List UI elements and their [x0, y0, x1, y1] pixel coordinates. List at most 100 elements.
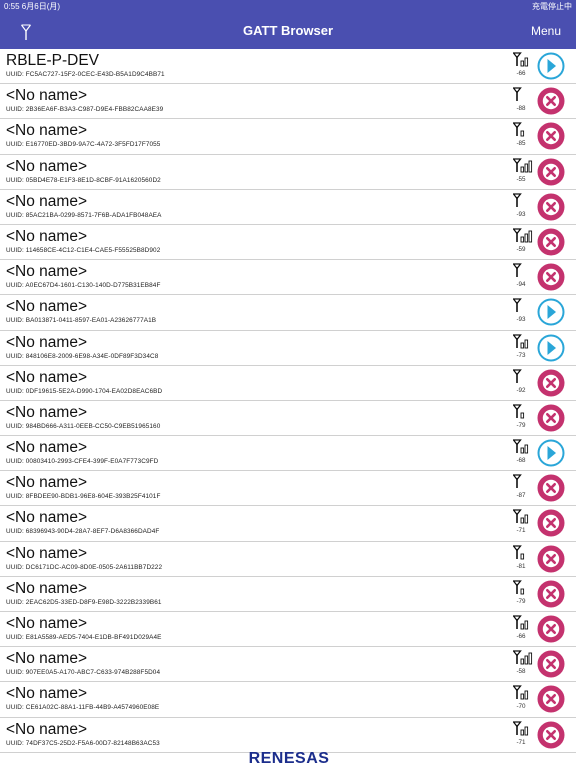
device-uuid: UUID: 984BD666-A311-0EEB-CC50-C9EB519651… — [6, 423, 160, 430]
signal-strength-icon — [513, 439, 529, 454]
signal-strength-icon — [513, 685, 529, 700]
uuid-value: 0DF19615-5E2A-D990-1704-EA02D8EAC6BD — [25, 387, 163, 395]
disconnect-x-icon[interactable] — [537, 615, 565, 643]
device-row[interactable]: <No name> UUID: E81A5589-AED5-7404-E1DB-B… — [0, 612, 576, 648]
device-row[interactable]: <No name> UUID: 907EE0A5-A170-ABC7-C633-9… — [0, 647, 576, 683]
uuid-value: 85AC21BA-0299-8571-7F6B-ADA1FB048AEA — [25, 211, 162, 219]
disconnect-x-icon[interactable] — [537, 580, 565, 608]
device-row[interactable]: <No name> UUID: 114658CE-4C12-C1E4-CAE5-F… — [0, 224, 576, 261]
device-row[interactable]: <No name> UUID: DC6171DC-AC09-8D0E-0505-2… — [0, 541, 576, 577]
device-row[interactable]: <No name> UUID: 85AC21BA-0299-8571-7F6B-A… — [0, 189, 576, 225]
device-row[interactable]: <No name> UUID: E16770ED-3BD9-9A7C-4A72-3… — [0, 119, 576, 155]
disconnect-x-icon[interactable] — [537, 650, 565, 678]
rssi-value: -70 — [516, 703, 526, 711]
device-uuid: UUID: CE61A02C-88A1-11FB-44B9-A4574960E0… — [6, 704, 159, 711]
rssi-value: -93 — [516, 316, 526, 324]
uuid-value: 2EAC62D5-33ED-D8F9-E98D-3222B2339B61 — [25, 598, 162, 606]
rssi-value: -71 — [516, 527, 526, 535]
device-row[interactable]: RBLE-P-DEV UUID: FC5AC727-15F2-0CEC-E43D-… — [0, 49, 576, 85]
disconnect-x-icon[interactable] — [537, 122, 565, 150]
device-row[interactable]: <No name> UUID: 984BD666-A311-0EEB-CC50-C… — [0, 400, 576, 437]
device-uuid: UUID: 2B36EA6F-B3A3-C987-D9E4-FBB82CAA8E… — [6, 106, 163, 113]
device-row[interactable]: <No name> UUID: 0DF19615-5E2A-D990-1704-E… — [0, 365, 576, 401]
uuid-prefix: UUID: — [6, 528, 26, 536]
device-row[interactable]: <No name> UUID: 00803410-2993-CFE4-399F-E… — [0, 436, 576, 472]
connect-arrow-icon[interactable] — [537, 334, 565, 362]
rssi-value: -85 — [516, 140, 526, 148]
device-uuid: UUID: A0EC67D4-1601-C130-140D-D775B31EB8… — [6, 282, 160, 289]
signal-strength-icon — [513, 122, 525, 137]
device-row[interactable]: <No name> UUID: 8FBDEE90-BDB1-96E8-604E-3… — [0, 471, 576, 507]
connect-arrow-icon[interactable] — [537, 52, 565, 80]
device-uuid: UUID: 8FBDEE90-BDB1-96E8-604E-393B25F410… — [6, 493, 160, 500]
uuid-value: E81A5589-AED5-7404-E1DB-BF491D029A4E — [25, 634, 162, 641]
device-row[interactable]: <No name> UUID: 2B36EA6F-B3A3-C987-D9E4-F… — [0, 84, 576, 120]
device-row[interactable]: <No name> UUID: A0EC67D4-1601-C130-140D-D… — [0, 260, 576, 296]
uuid-value: 848106E8-2009-6E98-A34E-0DF89F3D34C8 — [25, 352, 159, 360]
device-uuid: UUID: 0DF19615-5E2A-D990-1704-EA02D8EAC6… — [6, 388, 162, 395]
uuid-value: BA013871-0411-8597-EA01-A23626777A1B — [25, 317, 157, 325]
uuid-value: 2B36EA6F-B3A3-C987-D9E4-FBB82CAA8E39 — [25, 106, 164, 114]
device-name: <No name> — [6, 368, 87, 386]
rssi-value: -58 — [516, 668, 526, 676]
device-row[interactable]: <No name> UUID: 05BD4E78-E1F3-8E1D-8CBF-9… — [0, 154, 576, 190]
uuid-value: A0EC67D4-1601-C130-140D-D775B31EB84F — [25, 282, 161, 290]
signal-strength-icon — [513, 369, 522, 383]
disconnect-x-icon[interactable] — [537, 193, 565, 221]
device-name: <No name> — [6, 403, 87, 421]
disconnect-x-icon[interactable] — [537, 263, 565, 291]
device-name: <No name> — [6, 192, 87, 210]
device-uuid: UUID: FC5AC727-15F2-0CEC-E43D-B5A1D9C4BB… — [6, 71, 165, 78]
uuid-value: FC5AC727-15F2-0CEC-E43D-B5A1D9C4BB71 — [25, 71, 165, 78]
uuid-prefix: UUID: — [6, 176, 26, 184]
device-name: <No name> — [6, 439, 87, 457]
device-row[interactable]: <No name> UUID: BA013871-0411-8597-EA01-A… — [0, 295, 576, 331]
device-row[interactable]: <No name> UUID: 68396943-90D4-28A7-8EF7-D… — [0, 506, 576, 542]
device-uuid: UUID: 05BD4E78-E1F3-8E1D-8CBF-91A1620560… — [6, 177, 161, 184]
uuid-value: 114658CE-4C12-C1E4-CAE5-F55525B8D902 — [25, 246, 161, 254]
signal-strength-icon — [513, 474, 522, 489]
disconnect-x-icon[interactable] — [537, 721, 565, 749]
disconnect-x-icon[interactable] — [537, 158, 565, 186]
disconnect-x-icon[interactable] — [537, 228, 565, 256]
uuid-value: 74DF37C5-25D2-F5A6-00D7-82148B63AC53 — [25, 739, 160, 747]
uuid-value: E16770ED-3BD9-9A7C-4A72-3F5FD17F7055 — [25, 141, 161, 149]
uuid-prefix: UUID: — [6, 704, 26, 712]
device-uuid: UUID: 74DF37C5-25D2-F5A6-00D7-82148B63AC… — [6, 740, 160, 747]
connect-arrow-icon[interactable] — [537, 439, 565, 467]
device-name: <No name> — [6, 263, 87, 281]
uuid-value: 00803410-2993-CFE4-399F-E0A7F773C9FD — [25, 458, 159, 466]
device-row[interactable]: <No name> UUID: 2EAC62D5-33ED-D8F9-E98D-3… — [0, 576, 576, 612]
disconnect-x-icon[interactable] — [537, 685, 565, 713]
disconnect-x-icon[interactable] — [537, 474, 565, 502]
uuid-prefix: UUID: — [6, 493, 26, 501]
disconnect-x-icon[interactable] — [537, 87, 565, 115]
uuid-prefix: UUID: — [6, 141, 26, 149]
device-name: <No name> — [6, 298, 87, 316]
rssi-value: -79 — [516, 597, 526, 605]
menu-button[interactable]: Menu — [531, 13, 561, 49]
uuid-prefix: UUID: — [6, 352, 26, 360]
connect-arrow-icon[interactable] — [537, 298, 565, 326]
rssi-value: -79 — [516, 421, 526, 429]
disconnect-x-icon[interactable] — [537, 545, 565, 573]
device-uuid: UUID: BA013871-0411-8597-EA01-A23626777A… — [6, 317, 156, 324]
navigation-bar: GATT Browser Menu — [0, 13, 576, 49]
device-row[interactable]: <No name> UUID: CE61A02C-88A1-11FB-44B9-A… — [0, 682, 576, 718]
signal-strength-icon — [513, 193, 522, 207]
status-bar: 0:55 6月6日(月) 充電停止中 — [0, 0, 576, 13]
disconnect-x-icon[interactable] — [537, 369, 565, 397]
rssi-value: -68 — [516, 457, 526, 465]
device-row[interactable]: <No name> UUID: 848106E8-2009-6E98-A34E-0… — [0, 330, 576, 366]
status-charging: 充電停止中 — [532, 2, 572, 11]
rssi-value: -55 — [516, 175, 526, 183]
signal-strength-icon — [513, 650, 533, 665]
uuid-prefix: UUID: — [6, 106, 26, 114]
disconnect-x-icon[interactable] — [537, 404, 565, 432]
renesas-logo: RENESAS — [249, 750, 329, 766]
status-time: 0:55 6月6日(月) — [4, 2, 61, 11]
disconnect-x-icon[interactable] — [537, 509, 565, 537]
signal-strength-icon — [513, 298, 522, 313]
device-uuid: UUID: 114658CE-4C12-C1E4-CAE5-F55525B8D9… — [6, 247, 160, 254]
signal-strength-icon — [513, 263, 522, 278]
